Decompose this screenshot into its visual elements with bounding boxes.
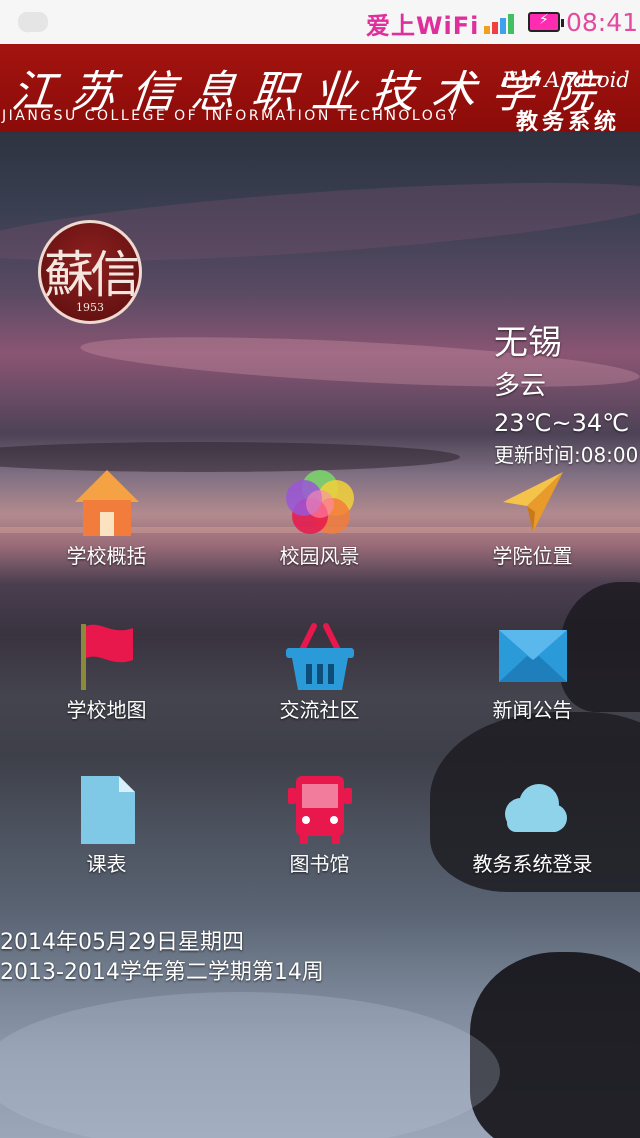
seal-text: 蘇信 — [44, 246, 139, 304]
menu-school-overview[interactable]: 学校概括 — [0, 462, 213, 602]
date-info: 2014年05月29日星期四 2013-2014学年第二学期第14周 — [0, 928, 324, 988]
menu-timetable[interactable]: 课表 — [0, 770, 213, 910]
menu-label: 交流社区 — [279, 698, 360, 722]
status-bar: 爱上WiFi ⚡ 08:41 — [0, 0, 640, 44]
college-seal-logo: 蘇信 1953 — [38, 220, 142, 324]
menu-label: 新闻公告 — [492, 698, 573, 722]
battery-charging-icon: ⚡ — [528, 12, 564, 32]
banner-platform: For Android — [502, 68, 630, 92]
menu-academic-login[interactable]: 教务系统登录 — [426, 770, 639, 910]
seal-year: 1953 — [76, 301, 104, 314]
menu-label: 图书馆 — [289, 852, 350, 876]
wifi-brand: 爱上WiFi — [366, 12, 480, 40]
menu-label: 校园风景 — [279, 544, 360, 568]
envelope-icon — [499, 630, 567, 682]
menu-label: 学校概括 — [66, 544, 147, 568]
menu-label: 学校地图 — [66, 698, 147, 722]
weather-widget: 无锡 多云 23℃~34℃ 更新时间:08:00 — [494, 322, 638, 470]
menu-community[interactable]: 交流社区 — [213, 616, 426, 756]
house-icon — [75, 470, 139, 536]
color-circles-icon — [286, 470, 354, 534]
basket-icon — [286, 623, 354, 690]
menu-college-location[interactable]: 学院位置 — [426, 462, 639, 602]
banner-subtitle: JIANGSU COLLEGE OF INFORMATION TECHNOLOG… — [2, 108, 459, 124]
weather-city: 无锡 — [494, 323, 562, 363]
flag-icon — [81, 624, 133, 690]
menu-label: 学院位置 — [492, 544, 573, 568]
menu-library[interactable]: 图书馆 — [213, 770, 426, 910]
paper-plane-icon — [503, 472, 563, 532]
semester-week: 2013-2014学年第二学期第14周 — [0, 960, 324, 985]
bus-icon — [288, 776, 352, 844]
cloud-icon — [505, 784, 567, 832]
menu-campus-scenery[interactable]: 校园风景 — [213, 462, 426, 602]
menu-label: 课表 — [86, 852, 127, 876]
menu-school-map[interactable]: 学校地图 — [0, 616, 213, 756]
document-icon — [81, 776, 135, 844]
clock: 08:41 — [566, 8, 639, 37]
banner-system: 教务系统 — [516, 109, 621, 132]
college-banner: 江苏信息职业技术学院 JIANGSU COLLEGE OF INFORMATIO… — [0, 44, 640, 132]
menu-news[interactable]: 新闻公告 — [426, 616, 639, 756]
weather-condition: 多云 — [494, 371, 547, 401]
menu-label: 教务系统登录 — [472, 852, 593, 876]
message-icon — [18, 12, 48, 33]
current-date: 2014年05月29日星期四 — [0, 930, 244, 955]
weather-temperature: 23℃~34℃ — [494, 409, 630, 437]
signal-icon — [484, 12, 520, 34]
